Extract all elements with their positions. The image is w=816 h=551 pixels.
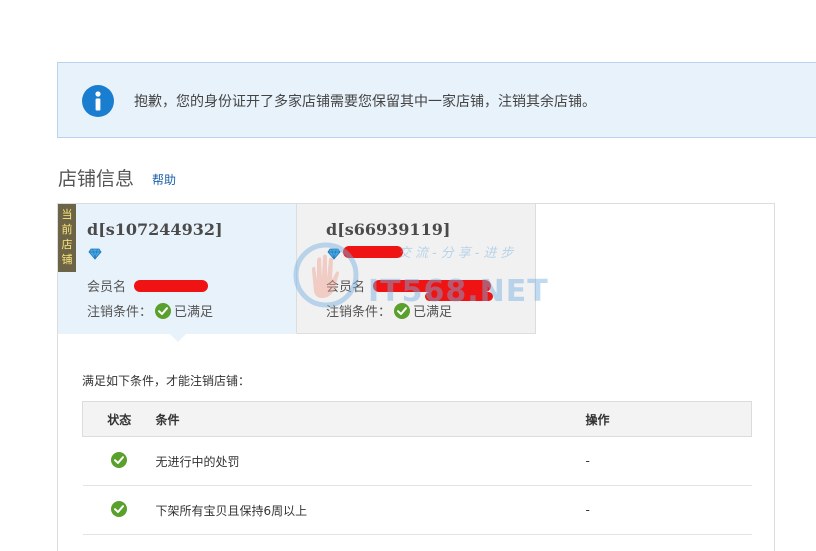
check-icon: [394, 303, 411, 323]
redaction-mark: [373, 280, 491, 292]
redaction-mark: [134, 280, 208, 292]
check-icon: [111, 500, 127, 520]
diamond-icon: [88, 245, 102, 264]
info-icon: [82, 85, 114, 117]
condition-label: 注销条件：: [87, 305, 153, 320]
cancel-condition-row: 注销条件： 已满足: [326, 301, 452, 323]
table-row: 无进行中的处罚 -: [82, 436, 752, 486]
current-store-badge: 当前店铺: [58, 204, 76, 272]
store-name: d[s66939119]: [326, 220, 451, 239]
store-panel: 当前店铺 d[s107244932] 会员名 注销条件： 已满足 d[s66939…: [57, 203, 775, 551]
condition-status: 已满足: [174, 305, 214, 320]
status-cell: [82, 485, 156, 535]
redaction-mark: [425, 292, 493, 301]
header-condition: 条件: [155, 401, 586, 437]
table-header-row: 状态 条件 操作: [82, 401, 752, 437]
condition-status: 已满足: [413, 305, 453, 320]
condition-label: 注销条件：: [326, 305, 392, 320]
store-card-current[interactable]: 当前店铺 d[s107244932] 会员名 注销条件： 已满足: [58, 204, 297, 342]
help-link[interactable]: 帮助: [152, 171, 176, 188]
condition-cell: 下架所有宝贝且保持6周以上: [155, 485, 586, 535]
cancel-condition-row: 注销条件： 已满足: [87, 301, 213, 323]
member-name-row: 会员名: [326, 276, 365, 295]
action-cell: -: [585, 485, 752, 535]
redaction-mark: [343, 246, 403, 258]
header-status: 状态: [82, 401, 156, 437]
store-card-other[interactable]: d[s66939119] 会员名 注销条件： 已满足: [297, 204, 536, 334]
member-name-row: 会员名: [87, 276, 126, 295]
notice-message: 抱歉，您的身份证开了多家店铺需要您保留其中一家店铺，注销其余店铺。: [134, 94, 596, 110]
action-cell: -: [585, 436, 752, 486]
status-cell: [82, 436, 156, 486]
requirements-intro: 满足如下条件，才能注销店铺：: [82, 374, 251, 388]
check-icon: [111, 451, 127, 471]
requirements-table: 状态 条件 操作 无进行中的处罚 - 下架所有宝贝且保持6周以上 -: [82, 401, 752, 535]
member-label: 会员名: [87, 280, 127, 295]
check-icon: [155, 303, 172, 323]
table-row: 下架所有宝贝且保持6周以上 -: [82, 485, 752, 535]
notice-banner: 抱歉，您的身份证开了多家店铺需要您保留其中一家店铺，注销其余店铺。: [57, 62, 816, 138]
condition-cell: 无进行中的处罚: [155, 436, 586, 486]
diamond-icon: [327, 245, 341, 264]
header-action: 操作: [585, 401, 752, 437]
page-title: 店铺信息: [58, 168, 135, 190]
store-name: d[s107244932]: [87, 220, 223, 239]
member-label: 会员名: [326, 280, 366, 295]
